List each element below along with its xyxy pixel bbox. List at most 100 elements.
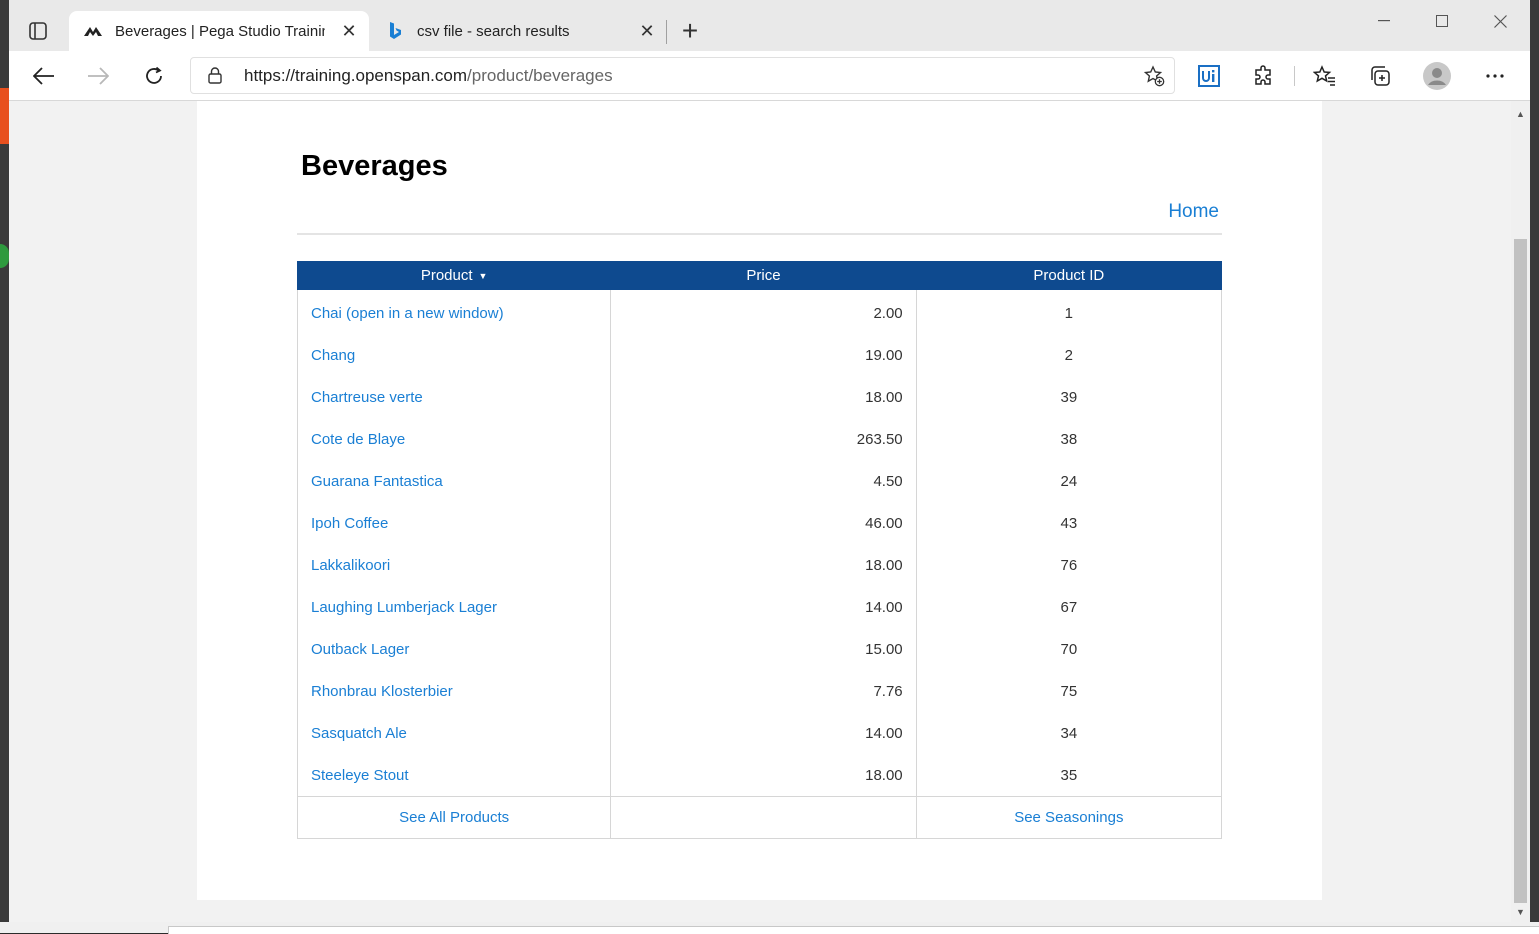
- price-cell: 15.00: [610, 628, 917, 670]
- back-icon[interactable]: [29, 61, 59, 91]
- table-row: Outback Lager 15.00 70: [296, 628, 1223, 670]
- scrollbar-thumb[interactable]: [1514, 239, 1527, 903]
- product-link[interactable]: Steeleye Stout: [311, 767, 409, 784]
- product-name-cell: Outback Lager: [296, 628, 612, 670]
- page-container: Beverages Home Product ▼ Price Product ID…: [197, 101, 1322, 900]
- product-name-cell: Guarana Fantastica: [296, 460, 612, 502]
- product-link[interactable]: Ipoh Coffee: [311, 515, 388, 532]
- product-name-cell: Laughing Lumberjack Lager: [296, 586, 612, 628]
- product-link[interactable]: Guarana Fantastica: [311, 473, 443, 490]
- product-id-cell: 2: [915, 334, 1223, 376]
- see-seasonings-link[interactable]: See Seasonings: [1014, 809, 1123, 826]
- table-row: Steeleye Stout 18.00 35: [296, 754, 1223, 797]
- table-footer-row: See All Products See Seasonings: [296, 796, 1223, 839]
- footer-cell-empty: [610, 796, 917, 839]
- more-menu-icon[interactable]: [1480, 61, 1510, 91]
- pega-icon: [83, 21, 103, 41]
- page-viewport: Beverages Home Product ▼ Price Product ID…: [9, 101, 1511, 922]
- product-name-cell: Chartreuse verte: [296, 376, 612, 418]
- see-all-products-link[interactable]: See All Products: [399, 809, 509, 826]
- tab-beverages[interactable]: Beverages | Pega Studio Training ✕: [69, 11, 369, 51]
- product-link[interactable]: Chai (open in a new window): [311, 305, 504, 322]
- product-name-cell: Cote de Blaye: [296, 418, 612, 460]
- page-title: Beverages: [301, 150, 448, 182]
- product-name-cell: Steeleye Stout: [296, 754, 612, 797]
- table-row: Sasquatch Ale 14.00 34: [296, 712, 1223, 754]
- column-header-product-id[interactable]: Product ID: [915, 261, 1223, 290]
- lock-icon[interactable]: [208, 67, 222, 89]
- tab-csv-search[interactable]: csv file - search results ✕: [371, 11, 667, 51]
- tab-strip: Beverages | Pega Studio Training ✕ csv f…: [9, 0, 1530, 51]
- table-row: Guarana Fantastica 4.50 24: [296, 460, 1223, 502]
- price-cell: 19.00: [610, 334, 917, 376]
- tab-separator: [666, 20, 667, 44]
- taskbar-fragment: [0, 922, 1539, 934]
- product-name-cell: Sasquatch Ale: [296, 712, 612, 754]
- browser-toolbar: https://training.openspan.com/product/be…: [9, 51, 1530, 101]
- product-link[interactable]: Chartreuse verte: [311, 389, 423, 406]
- table-row: Chartreuse verte 18.00 39: [296, 376, 1223, 418]
- scroll-down-icon[interactable]: ▼: [1516, 907, 1525, 917]
- product-link[interactable]: Sasquatch Ale: [311, 725, 407, 742]
- vertical-scrollbar[interactable]: ▲ ▼: [1511, 101, 1530, 922]
- price-cell: 4.50: [610, 460, 917, 502]
- url-host: https://training.openspan.com: [244, 66, 468, 85]
- product-link[interactable]: Cote de Blaye: [311, 431, 405, 448]
- product-link[interactable]: Laughing Lumberjack Lager: [311, 599, 497, 616]
- address-bar[interactable]: https://training.openspan.com/product/be…: [190, 57, 1175, 94]
- scroll-up-icon[interactable]: ▲: [1516, 109, 1525, 119]
- footer-cell: See All Products: [296, 796, 612, 839]
- window-close-icon[interactable]: [1477, 8, 1523, 34]
- product-name-cell: Rhonbrau Klosterbier: [296, 670, 612, 712]
- new-tab-button[interactable]: +: [677, 15, 703, 46]
- profile-avatar[interactable]: [1422, 61, 1452, 91]
- favorites-icon[interactable]: [1310, 61, 1340, 91]
- background-window-strip: [0, 0, 9, 933]
- product-id-cell: 39: [915, 376, 1223, 418]
- product-id-cell: 43: [915, 502, 1223, 544]
- product-link[interactable]: Outback Lager: [311, 641, 409, 658]
- url-text[interactable]: https://training.openspan.com/product/be…: [244, 66, 613, 86]
- product-id-cell: 75: [915, 670, 1223, 712]
- product-id-cell: 35: [915, 754, 1223, 797]
- home-link[interactable]: Home: [1168, 201, 1219, 223]
- product-id-cell: 34: [915, 712, 1223, 754]
- table-row: Rhonbrau Klosterbier 7.76 75: [296, 670, 1223, 712]
- collections-icon[interactable]: [1365, 61, 1395, 91]
- product-id-cell: 38: [915, 418, 1223, 460]
- product-link[interactable]: Chang: [311, 347, 355, 364]
- refresh-icon[interactable]: [139, 61, 169, 91]
- price-cell: 46.00: [610, 502, 917, 544]
- product-link[interactable]: Lakkalikoori: [311, 557, 390, 574]
- extensions-icon[interactable]: [1249, 61, 1279, 91]
- forward-icon[interactable]: [83, 61, 113, 91]
- price-cell: 2.00: [610, 289, 917, 334]
- uipath-extension-icon[interactable]: [1194, 61, 1224, 91]
- close-tab-icon[interactable]: ✕: [339, 21, 359, 41]
- sort-desc-icon: ▼: [478, 271, 488, 282]
- footer-cell: See Seasonings: [915, 796, 1223, 839]
- add-favorite-icon[interactable]: [1140, 62, 1168, 90]
- product-name-cell: Lakkalikoori: [296, 544, 612, 586]
- price-cell: 263.50: [610, 418, 917, 460]
- minimize-icon[interactable]: [1361, 8, 1407, 34]
- price-cell: 18.00: [610, 544, 917, 586]
- bing-icon: [385, 21, 405, 41]
- maximize-icon[interactable]: [1419, 8, 1465, 34]
- close-tab-icon[interactable]: ✕: [637, 21, 657, 41]
- price-cell: 18.00: [610, 376, 917, 418]
- browser-window: Beverages | Pega Studio Training ✕ csv f…: [9, 0, 1530, 922]
- background-app-fragment: [0, 88, 9, 144]
- product-link[interactable]: Rhonbrau Klosterbier: [311, 683, 453, 700]
- product-id-cell: 70: [915, 628, 1223, 670]
- product-name-cell: Ipoh Coffee: [296, 502, 612, 544]
- divider: [297, 233, 1222, 235]
- price-cell: 14.00: [610, 586, 917, 628]
- tab-actions-icon[interactable]: [27, 20, 49, 42]
- background-window-strip: [1530, 0, 1539, 933]
- column-header-product[interactable]: Product ▼: [296, 261, 612, 290]
- toolbar-divider: [1294, 66, 1295, 86]
- product-name-cell: Chai (open in a new window): [296, 289, 612, 334]
- price-cell: 7.76: [610, 670, 917, 712]
- column-header-price[interactable]: Price: [610, 261, 917, 290]
